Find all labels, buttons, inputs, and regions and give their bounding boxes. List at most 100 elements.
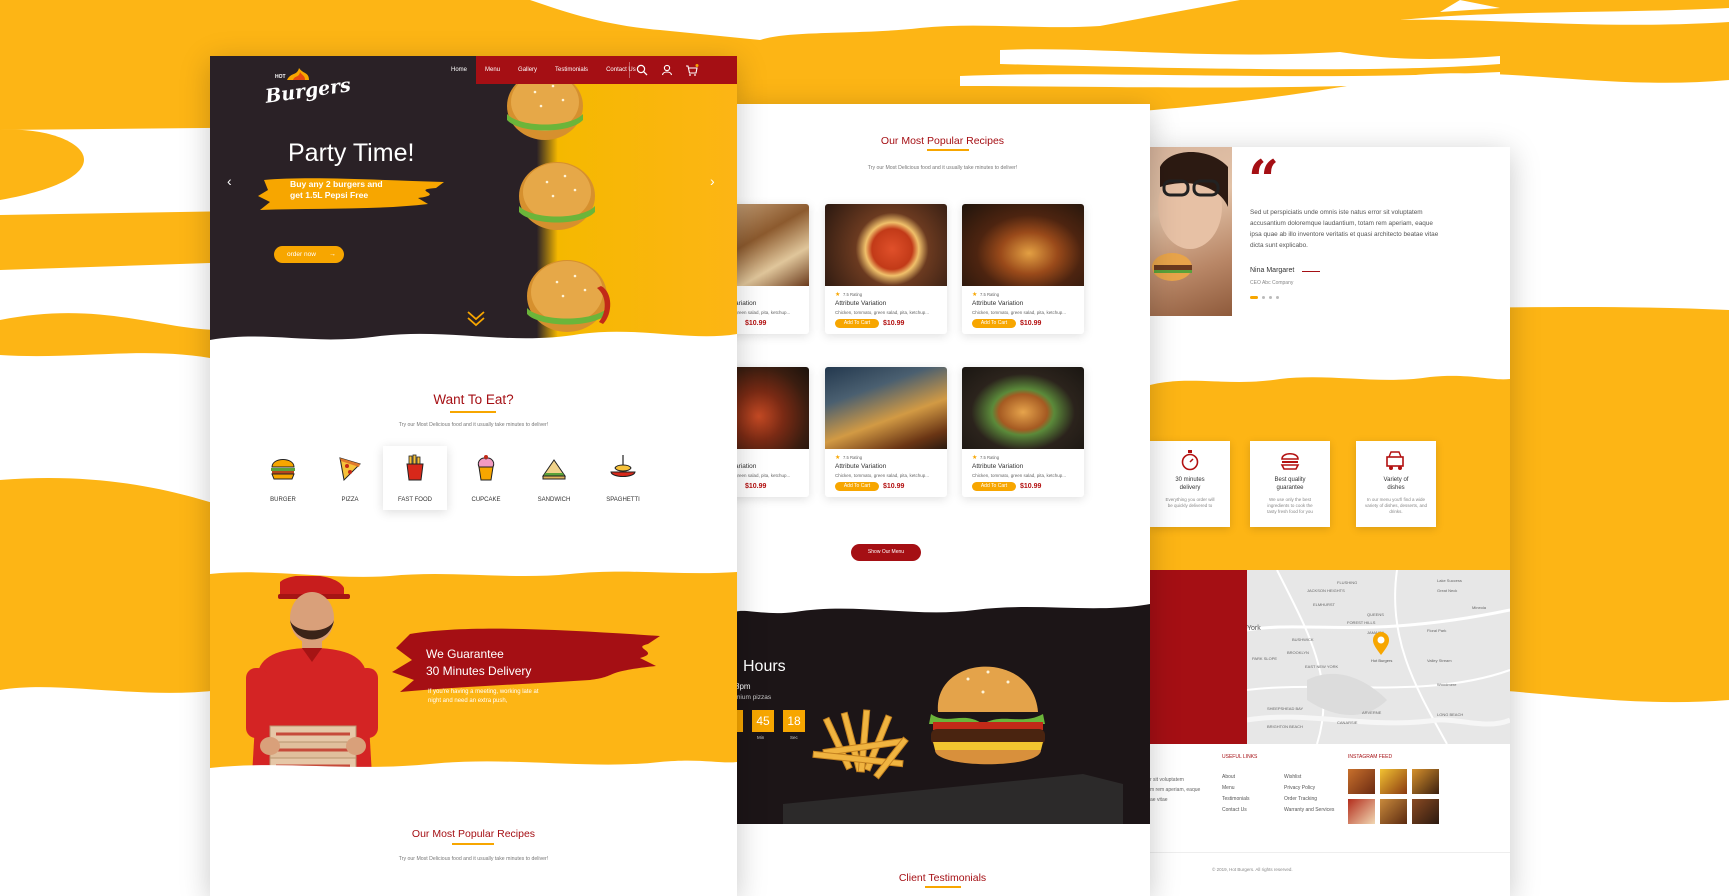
map-label: Mineola xyxy=(1472,605,1487,610)
recipe-price: $10.99 xyxy=(883,483,905,490)
service-text: drinks. xyxy=(1389,509,1403,514)
recipe-card[interactable]: ★ 7.5 Rating Attribute Variation Chicken… xyxy=(825,367,947,497)
recipe-card[interactable]: ariation green salad, pita, ketchup... $… xyxy=(735,367,809,497)
recipe-card[interactable]: ariation green salad, pita, ketchup... $… xyxy=(735,204,809,334)
category-cupcake[interactable]: CUPCAKE xyxy=(455,454,517,503)
slider-prev-arrow[interactable]: ‹ xyxy=(227,173,232,189)
testimonial-text-line: ipsa quae ab illo inventore veritatis et… xyxy=(1250,231,1439,238)
service-title: 30 minutes xyxy=(1175,477,1205,483)
slider-next-arrow[interactable]: › xyxy=(710,173,715,189)
category-label: CUPCAKE xyxy=(471,497,501,503)
category-pizza[interactable]: PIZZA xyxy=(319,454,381,503)
nav-home[interactable]: Home xyxy=(442,56,477,84)
show-menu-button[interactable]: Show Our Menu xyxy=(851,544,921,561)
map-label: PARK SLOPE xyxy=(1252,656,1278,661)
service-title: dishes xyxy=(1387,485,1405,491)
recipe-price: $10.99 xyxy=(1020,320,1042,327)
footer-link[interactable]: About xyxy=(1222,772,1250,783)
instagram-thumb[interactable] xyxy=(1412,769,1439,794)
quote-mark-icon: “ xyxy=(1248,148,1280,212)
category-sandwich[interactable]: SANDWICH xyxy=(523,454,585,503)
footer-link[interactable]: Warranty and Services xyxy=(1284,805,1334,816)
instagram-thumb[interactable] xyxy=(1380,769,1407,794)
map-label: SHEEPSHEAD BAY xyxy=(1267,706,1304,711)
instagram-thumb[interactable] xyxy=(1348,799,1375,824)
testimonial-dots[interactable] xyxy=(1250,296,1279,299)
map-label: CANARSIE xyxy=(1337,720,1358,725)
testimonials-underline xyxy=(925,886,961,888)
dot[interactable] xyxy=(1276,296,1279,299)
category-label: FAST FOOD xyxy=(398,497,432,503)
rating-star-icon: ★ xyxy=(972,292,978,298)
delivery-text-line: night and need an extra push, xyxy=(428,698,508,704)
search-icon[interactable] xyxy=(636,64,648,76)
dot[interactable] xyxy=(1262,296,1265,299)
add-to-cart-button[interactable]: Add To Cart xyxy=(835,319,879,328)
category-fast-food[interactable]: FAST FOOD xyxy=(384,454,446,503)
footer-link[interactable]: Order Tracking xyxy=(1284,794,1334,805)
dot-active[interactable] xyxy=(1250,296,1258,299)
add-to-cart-button[interactable]: Add To Cart xyxy=(972,319,1016,328)
nav-menu-link[interactable]: Menu xyxy=(476,56,509,84)
name-underline xyxy=(1302,271,1320,272)
recipe-card[interactable]: ★ 7.5 Rating Attribute Variation Chicken… xyxy=(962,367,1084,497)
nav-testimonials[interactable]: Testimonials xyxy=(546,56,597,84)
category-burger[interactable]: BURGER xyxy=(252,454,314,503)
map[interactable]: York FLUSHING JACKSON HEIGHTS ELMHURST Q… xyxy=(1247,570,1510,744)
countdown-min-label: Min xyxy=(757,735,765,740)
service-title: Variety of xyxy=(1383,477,1409,483)
instagram-thumb[interactable] xyxy=(1348,769,1375,794)
add-to-cart-button[interactable]: Add To Cart xyxy=(835,482,879,491)
footer-link[interactable]: Testimonials xyxy=(1222,794,1250,805)
map-label: ARVERNE xyxy=(1362,710,1382,715)
add-to-cart-button[interactable]: Add To Cart xyxy=(972,482,1016,491)
user-icon[interactable] xyxy=(661,64,673,76)
popular-subtitle: Try our Most Delicious food and it usual… xyxy=(867,165,1018,171)
recipe-desc: Chicken, tommato, green salad, pita, ket… xyxy=(972,473,1067,478)
footer-link[interactable]: Menu xyxy=(1222,783,1250,794)
footer-about-line: m rem aperiam, eaque xyxy=(1150,787,1201,793)
testimonial-text-line: dicta sunt explicabo. xyxy=(1250,242,1308,249)
popular-title-underline xyxy=(927,149,969,151)
footer-link[interactable]: Contact Us xyxy=(1222,805,1250,816)
footer-link[interactable]: Wishlist xyxy=(1284,772,1334,783)
footer-link[interactable]: Privacy Policy xyxy=(1284,783,1334,794)
testimonial-text: Sed ut perspiciatis unde omnis iste natu… xyxy=(1250,207,1500,251)
map-label: Lake Success xyxy=(1437,578,1462,583)
burger-fries-illustration xyxy=(783,666,1123,824)
recipe-rating: 7.5 Rating xyxy=(980,292,1000,297)
recipe-price: $10.99 xyxy=(1020,483,1042,490)
recipe-card[interactable]: ★ 7.5 Rating Attribute Variation Chicken… xyxy=(825,204,947,334)
burger-icon xyxy=(1280,452,1300,470)
popular-bottom-title: Our Most Popular Recipes xyxy=(411,828,536,840)
delivery-text-line: If you're having a meeting, working late… xyxy=(428,689,539,695)
order-now-button[interactable]: order now → xyxy=(274,246,344,263)
cupcake-icon xyxy=(477,455,495,481)
nav-gallery[interactable]: Gallery xyxy=(509,56,546,84)
copyright: © 2019, Hot Burgers. All rights reserved… xyxy=(1212,867,1293,872)
map-label: QUEENS xyxy=(1367,612,1384,617)
arrow-right-icon: → xyxy=(329,251,336,258)
delivery-title: We Guarantee 30 Minutes Delivery xyxy=(426,646,531,680)
category-spaghetti[interactable]: SPAGHETTI xyxy=(592,454,654,503)
logo-small-text: HOT xyxy=(275,74,286,80)
service-text: be quickly delivered to xyxy=(1167,503,1213,508)
rating-star-icon: ★ xyxy=(835,455,841,461)
service-title: guarantee xyxy=(1276,485,1304,491)
delivery-title-line: We Guarantee xyxy=(426,647,504,661)
hero-subtitle: Buy any 2 burgers and get 1.5L Pepsi Fre… xyxy=(290,179,383,201)
instagram-thumb[interactable] xyxy=(1380,799,1407,824)
recipe-image xyxy=(825,367,947,449)
brush-edge xyxy=(735,594,1150,614)
category-label: PIZZA xyxy=(341,497,359,503)
map-label: BUSHWICK xyxy=(1292,637,1314,642)
recipe-name: ariation xyxy=(735,300,757,307)
cart-icon[interactable] xyxy=(685,64,699,76)
recipe-desc: Chicken, tommato, green salad, pita, ket… xyxy=(835,310,930,315)
recipe-card[interactable]: ★ 7.5 Rating Attribute Variation Chicken… xyxy=(962,204,1084,334)
instagram-thumb[interactable] xyxy=(1412,799,1439,824)
recipe-image xyxy=(825,204,947,286)
dot[interactable] xyxy=(1269,296,1272,299)
recipe-name: Attribute Variation xyxy=(835,300,887,307)
map-pin-icon[interactable] xyxy=(1372,632,1390,656)
